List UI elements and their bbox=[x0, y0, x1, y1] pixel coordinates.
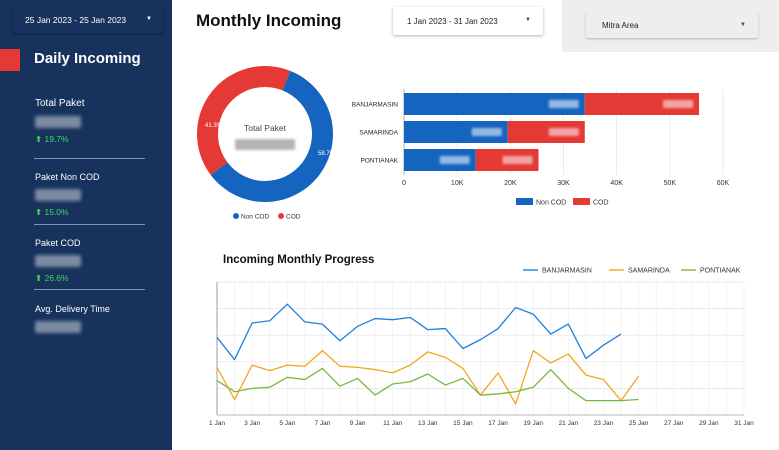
bar-x-tick-label: 0 bbox=[402, 180, 406, 187]
metric-paket-non-cod: Paket Non COD ⬆ 15.0% bbox=[35, 172, 100, 218]
line-x-tick-label: 21 Jan bbox=[559, 420, 579, 427]
line-x-tick-label: 1 Jan bbox=[209, 420, 225, 427]
sidebar-date-label: 25 Jan 2023 - 25 Jan 2023 bbox=[25, 15, 127, 25]
divider bbox=[34, 289, 145, 290]
bar-x-tick-label: 30K bbox=[557, 180, 570, 187]
line-x-tick-label: 7 Jan bbox=[314, 420, 330, 427]
bar-value-redacted bbox=[502, 156, 533, 164]
line-x-tick-label: 13 Jan bbox=[418, 420, 438, 427]
metric-label: Total Paket bbox=[35, 98, 85, 109]
chevron-down-icon: ▼ bbox=[146, 16, 152, 22]
line-x-tick-label: 25 Jan bbox=[629, 420, 649, 427]
line-x-tick-label: 15 Jan bbox=[453, 420, 473, 427]
chevron-down-icon: ▼ bbox=[525, 17, 531, 23]
bar-category-label: BANJARMASIN bbox=[352, 102, 399, 109]
donut-center-label: Total Paket bbox=[244, 123, 287, 133]
sidebar: 25 Jan 2023 - 25 Jan 2023 ▼ Daily Incomi… bbox=[0, 0, 172, 450]
bar-x-tick-label: 40K bbox=[610, 180, 623, 187]
metric-label: Paket Non COD bbox=[35, 172, 100, 182]
legend-marker-cod bbox=[278, 213, 284, 219]
bar-category-label: SAMARINDA bbox=[359, 130, 398, 137]
area-dropdown[interactable]: Mitra Area ▼ bbox=[586, 12, 758, 38]
divider bbox=[34, 224, 145, 225]
line-x-tick-label: 31 Jan bbox=[734, 420, 754, 427]
bar-value-redacted bbox=[548, 128, 579, 136]
page-title: Monthly Incoming bbox=[196, 11, 342, 30]
line-x-tick-label: 5 Jan bbox=[279, 420, 295, 427]
date-range-label: 1 Jan 2023 - 31 Jan 2023 bbox=[407, 16, 498, 26]
donut-chart: Total Paket 58.7% 41.3% Non COD COD bbox=[197, 66, 336, 221]
legend-label-non-cod: Non COD bbox=[536, 200, 566, 207]
metric-change: ⬆ 26.6% bbox=[35, 273, 69, 283]
legend-label-cod: COD bbox=[286, 214, 301, 221]
metric-paket-cod: Paket COD ⬆ 26.6% bbox=[35, 238, 81, 284]
line-x-tick-label: 17 Jan bbox=[488, 420, 508, 427]
stacked-bar-chart: BANJARMASIN SAMARINDA PONTIANAK 0 10K 20K 30K… bbox=[352, 89, 730, 207]
line-x-tick-label: 27 Jan bbox=[664, 420, 684, 427]
line-series-banjarmasin bbox=[216, 303, 622, 361]
line-chart: Incoming Monthly Progress BANJARMASIN SAM… bbox=[209, 254, 754, 427]
line-chart-title: Incoming Monthly Progress bbox=[223, 254, 374, 266]
legend-label-pontianak: PONTIANAK bbox=[700, 268, 741, 275]
bar-value-redacted bbox=[663, 100, 694, 108]
bar-x-tick-label: 60K bbox=[717, 180, 730, 187]
line-x-tick-label: 9 Jan bbox=[350, 420, 366, 427]
donut-legend: Non COD COD bbox=[233, 213, 301, 221]
line-x-tick-label: 19 Jan bbox=[523, 420, 543, 427]
legend-label-samarinda: SAMARINDA bbox=[628, 268, 670, 275]
bar-category-label: PONTIANAK bbox=[360, 158, 398, 165]
line-legend: BANJARMASIN SAMARINDA PONTIANAK bbox=[523, 268, 741, 275]
legend-marker-non-cod bbox=[516, 198, 533, 205]
metric-total-paket: Total Paket ⬆ 19.7% bbox=[35, 98, 84, 145]
bar-value-redacted bbox=[471, 128, 502, 136]
chevron-down-icon: ▼ bbox=[740, 22, 746, 28]
metric-change: ⬆ 15.0% bbox=[35, 207, 69, 217]
metric-label: Paket COD bbox=[35, 238, 81, 248]
divider bbox=[34, 158, 145, 159]
legend-marker-non-cod bbox=[233, 213, 239, 219]
line-x-tick-label: 29 Jan bbox=[699, 420, 719, 427]
line-x-tick-label: 23 Jan bbox=[594, 420, 614, 427]
bar-value-redacted bbox=[439, 156, 470, 164]
legend-marker-cod bbox=[573, 198, 590, 205]
legend-label-non-cod: Non COD bbox=[241, 214, 269, 221]
slice-label-cod: 41.3% bbox=[205, 123, 223, 129]
bar-x-tick-label: 10K bbox=[451, 180, 464, 187]
bar-value-redacted bbox=[548, 100, 579, 108]
donut-slice-cod bbox=[197, 66, 291, 175]
line-x-tick-label: 11 Jan bbox=[383, 420, 402, 427]
metric-value-redacted bbox=[35, 116, 81, 128]
legend-label-cod: COD bbox=[593, 200, 609, 207]
donut-center-value-redacted bbox=[235, 139, 295, 150]
bar-legend: Non COD COD bbox=[516, 198, 609, 207]
bar-x-tick-label: 50K bbox=[664, 180, 677, 187]
metric-avg-delivery-time: Avg. Delivery Time bbox=[35, 304, 110, 333]
legend-label-banjarmasin: BANJARMASIN bbox=[542, 268, 592, 275]
metric-label: Avg. Delivery Time bbox=[35, 304, 110, 314]
metric-value-redacted bbox=[35, 321, 81, 333]
metric-change: ⬆ 19.7% bbox=[35, 134, 69, 144]
section-accent bbox=[0, 49, 20, 71]
metric-value-redacted bbox=[35, 189, 81, 201]
sidebar-title: Daily Incoming bbox=[34, 50, 141, 67]
date-range-dropdown[interactable]: 1 Jan 2023 - 31 Jan 2023 ▼ bbox=[393, 7, 543, 35]
metric-value-redacted bbox=[35, 255, 81, 267]
area-label: Mitra Area bbox=[602, 20, 639, 30]
sidebar-date-dropdown[interactable]: 25 Jan 2023 - 25 Jan 2023 ▼ bbox=[12, 7, 162, 33]
slice-label-non-cod: 58.7% bbox=[318, 151, 336, 157]
bar-x-tick-label: 20K bbox=[504, 180, 517, 187]
line-x-tick-label: 3 Jan bbox=[244, 420, 260, 427]
